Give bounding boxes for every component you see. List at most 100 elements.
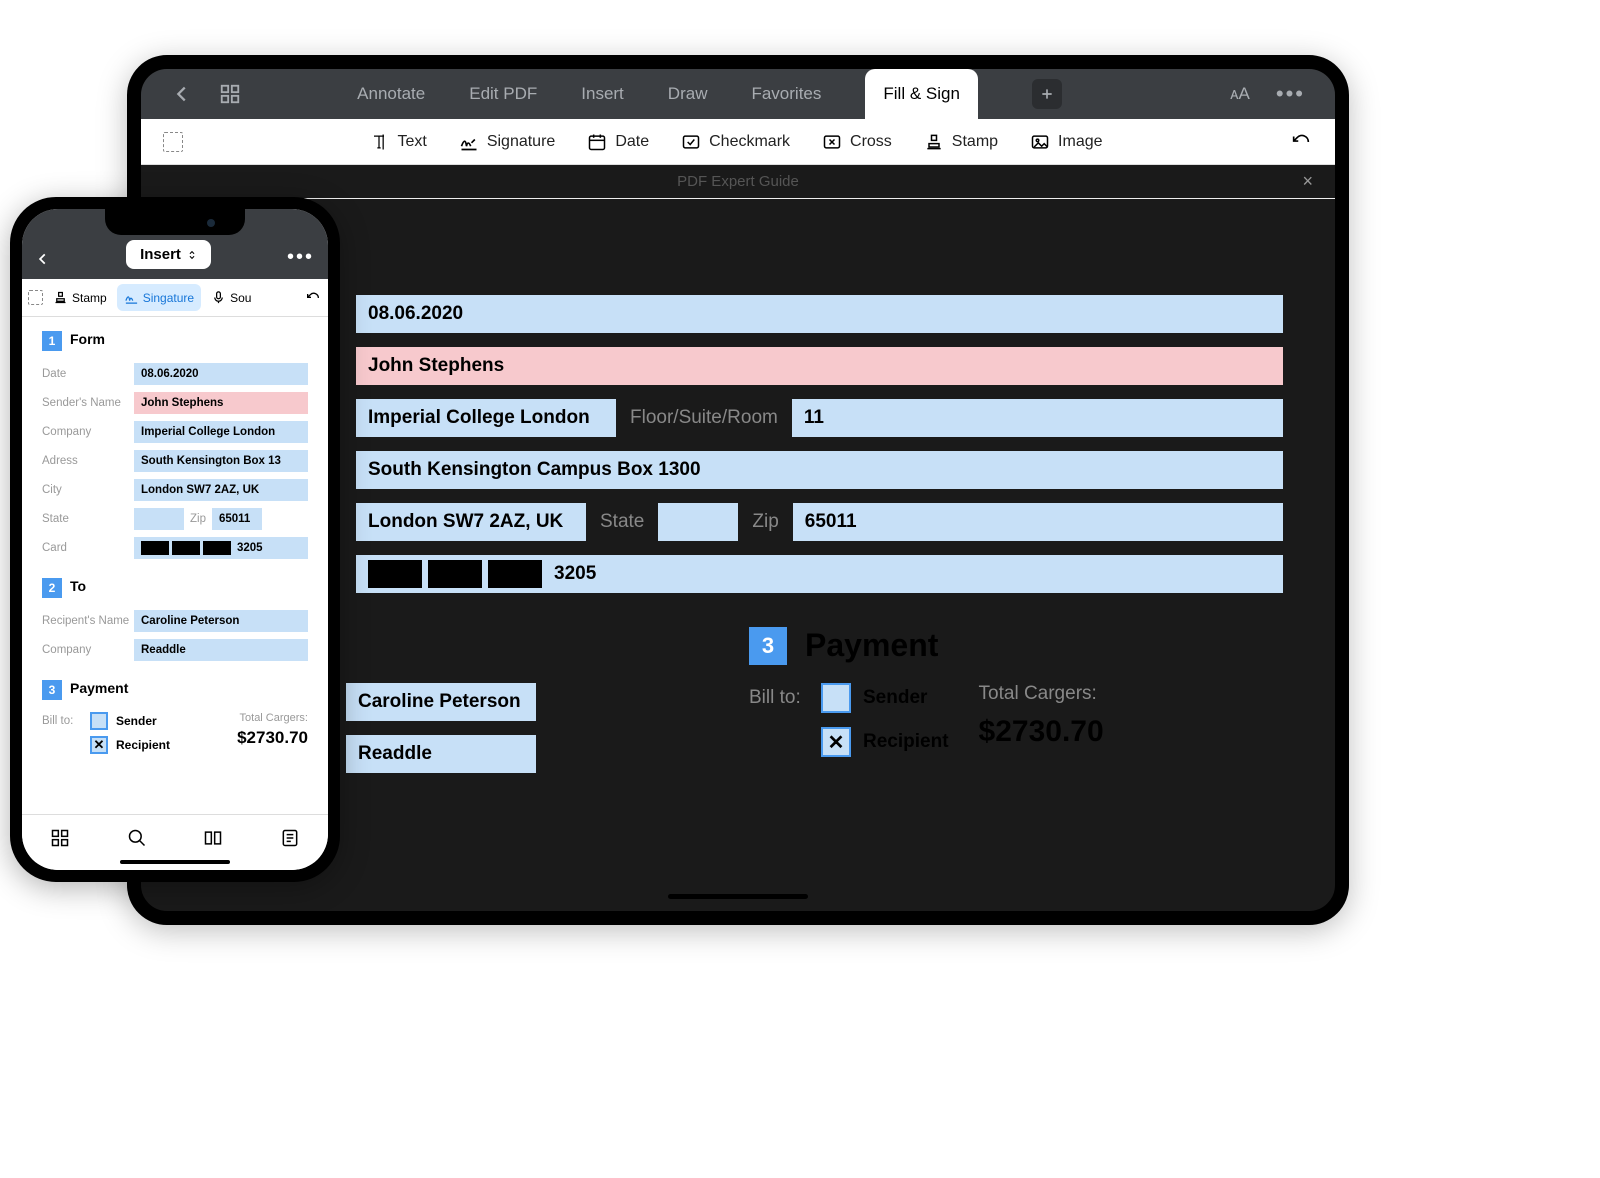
state-field[interactable] <box>658 503 738 541</box>
state-label: State <box>600 511 644 533</box>
tablet-toolbar: Text Signature Date Checkmark Cross Stam… <box>141 119 1335 165</box>
city-field[interactable]: London SW7 2AZ, UK <box>356 503 586 541</box>
tablet-home-indicator <box>668 894 808 899</box>
phone-toolbar: Stamp Singature Sou <box>22 279 328 317</box>
billto-recipient-label: Recipient <box>863 731 949 753</box>
ph-address-field[interactable]: South Kensington Box 13 <box>134 450 308 472</box>
tab-annotate[interactable]: Annotate <box>357 84 425 104</box>
tab-insert[interactable]: Insert <box>581 84 624 104</box>
ph-address-label: Adress <box>42 455 134 467</box>
ph-city-label: City <box>42 484 134 496</box>
phone-outline-icon[interactable] <box>280 828 300 848</box>
billto-sender-label: Sender <box>863 687 927 709</box>
ph-total-label: Total Cargers: <box>240 712 308 724</box>
card-last4: 3205 <box>554 563 596 585</box>
ph-total-value: $2730.70 <box>237 728 308 748</box>
phone-book-icon[interactable] <box>203 828 223 848</box>
date-field[interactable]: 08.06.2020 <box>356 295 1283 333</box>
mic-icon <box>211 290 226 305</box>
image-icon <box>1030 132 1050 152</box>
text-icon <box>369 132 389 152</box>
card-segment-hidden <box>428 560 482 588</box>
ph-section-2-title: To <box>70 578 308 594</box>
phone-mode-selector[interactable]: Insert <box>126 240 211 269</box>
tool-text[interactable]: Text <box>369 132 426 152</box>
tab-fill-sign[interactable]: Fill & Sign <box>865 69 978 119</box>
tool-stamp[interactable]: Stamp <box>924 132 998 152</box>
phone-tool-stamp[interactable]: Stamp <box>46 284 114 311</box>
phone-more-icon[interactable]: ••• <box>287 246 314 269</box>
phone-search-icon[interactable] <box>127 828 147 848</box>
ph-rec-company-field[interactable]: Readdle <box>134 639 308 661</box>
floor-field[interactable]: 11 <box>792 399 1283 437</box>
ph-rec-company-label: Company <box>42 644 134 656</box>
grid-icon[interactable] <box>219 83 241 105</box>
card-field[interactable]: 3205 <box>356 555 1283 593</box>
tab-draw[interactable]: Draw <box>668 84 708 104</box>
ph-billto-sender-checkbox[interactable] <box>90 712 108 730</box>
ph-sender-label: Sender's Name <box>42 397 134 409</box>
recipient-company-field[interactable]: Readdle <box>346 735 536 773</box>
close-icon[interactable]: × <box>1302 171 1313 192</box>
phone-grid-icon[interactable] <box>50 828 70 848</box>
billto-sender-checkbox[interactable] <box>821 683 851 713</box>
tool-date[interactable]: Date <box>587 132 649 152</box>
signature-icon <box>124 290 139 305</box>
ph-state-field[interactable] <box>134 508 184 530</box>
phone-tool-signature[interactable]: Singature <box>117 284 201 311</box>
tab-favorites[interactable]: Favorites <box>751 84 821 104</box>
phone-device: Insert ••• Stamp Singature Sou 1 Form Da… <box>10 197 340 882</box>
card-segment-hidden <box>141 541 169 555</box>
card-segment-hidden <box>203 541 231 555</box>
calendar-icon <box>587 132 607 152</box>
ph-date-field[interactable]: 08.06.2020 <box>134 363 308 385</box>
undo-icon[interactable] <box>1289 131 1313 153</box>
tab-edit-pdf[interactable]: Edit PDF <box>469 84 537 104</box>
ph-card-last4: 3205 <box>237 542 263 554</box>
ph-recipient-field[interactable]: Caroline Peterson <box>134 610 308 632</box>
address-field[interactable]: South Kensington Campus Box 1300 <box>356 451 1283 489</box>
phone-tool-sound[interactable]: Sou <box>204 284 258 311</box>
signature-icon <box>459 132 479 152</box>
floor-label: Floor/Suite/Room <box>630 407 778 429</box>
phone-back-icon[interactable] <box>36 249 50 269</box>
ph-billto-label: Bill to: <box>42 715 82 727</box>
phone-select-icon[interactable] <box>28 290 43 305</box>
cross-icon <box>822 132 842 152</box>
tool-checkmark[interactable]: Checkmark <box>681 132 790 152</box>
more-icon[interactable]: ••• <box>1276 81 1305 107</box>
company-field[interactable]: Imperial College London <box>356 399 616 437</box>
tool-cross[interactable]: Cross <box>822 132 892 152</box>
stamp-icon <box>53 290 68 305</box>
card-segment-hidden <box>172 541 200 555</box>
ph-zip-field[interactable]: 65011 <box>212 508 262 530</box>
billto-recipient-checkbox[interactable]: ✕ <box>821 727 851 757</box>
ph-company-field[interactable]: Imperial College London <box>134 421 308 443</box>
zip-field[interactable]: 65011 <box>793 503 1283 541</box>
add-tab-button[interactable] <box>1032 79 1062 109</box>
phone-home-indicator <box>120 860 230 864</box>
section-1-title: Form <box>237 235 1283 272</box>
ph-billto-sender-label: Sender <box>116 714 157 728</box>
text-size-icon[interactable]: ᴀA <box>1230 84 1250 104</box>
ph-city-field[interactable]: London SW7 2AZ, UK <box>134 479 308 501</box>
ph-billto-recipient-checkbox[interactable]: ✕ <box>90 736 108 754</box>
total-label: Total Cargers: <box>979 683 1097 705</box>
phone-undo-icon[interactable] <box>304 290 322 306</box>
stamp-icon <box>924 132 944 152</box>
tool-image[interactable]: Image <box>1030 132 1102 152</box>
card-segment-hidden <box>368 560 422 588</box>
document-title: PDF Expert Guide <box>677 173 799 190</box>
sender-name-field[interactable]: John Stephens <box>356 347 1283 385</box>
billto-label: Bill to: <box>749 687 809 709</box>
recipient-name-field[interactable]: Caroline Peterson <box>346 683 536 721</box>
card-segment-hidden <box>488 560 542 588</box>
section-3-title: Payment <box>805 627 1283 664</box>
section-3-number: 3 <box>749 627 787 665</box>
ph-card-field[interactable]: 3205 <box>134 537 308 559</box>
ph-sender-field[interactable]: John Stephens <box>134 392 308 414</box>
select-icon[interactable] <box>163 132 183 152</box>
tool-signature[interactable]: Signature <box>459 132 556 152</box>
document-title-bar: PDF Expert Guide × <box>141 165 1335 199</box>
back-icon[interactable] <box>171 83 193 105</box>
